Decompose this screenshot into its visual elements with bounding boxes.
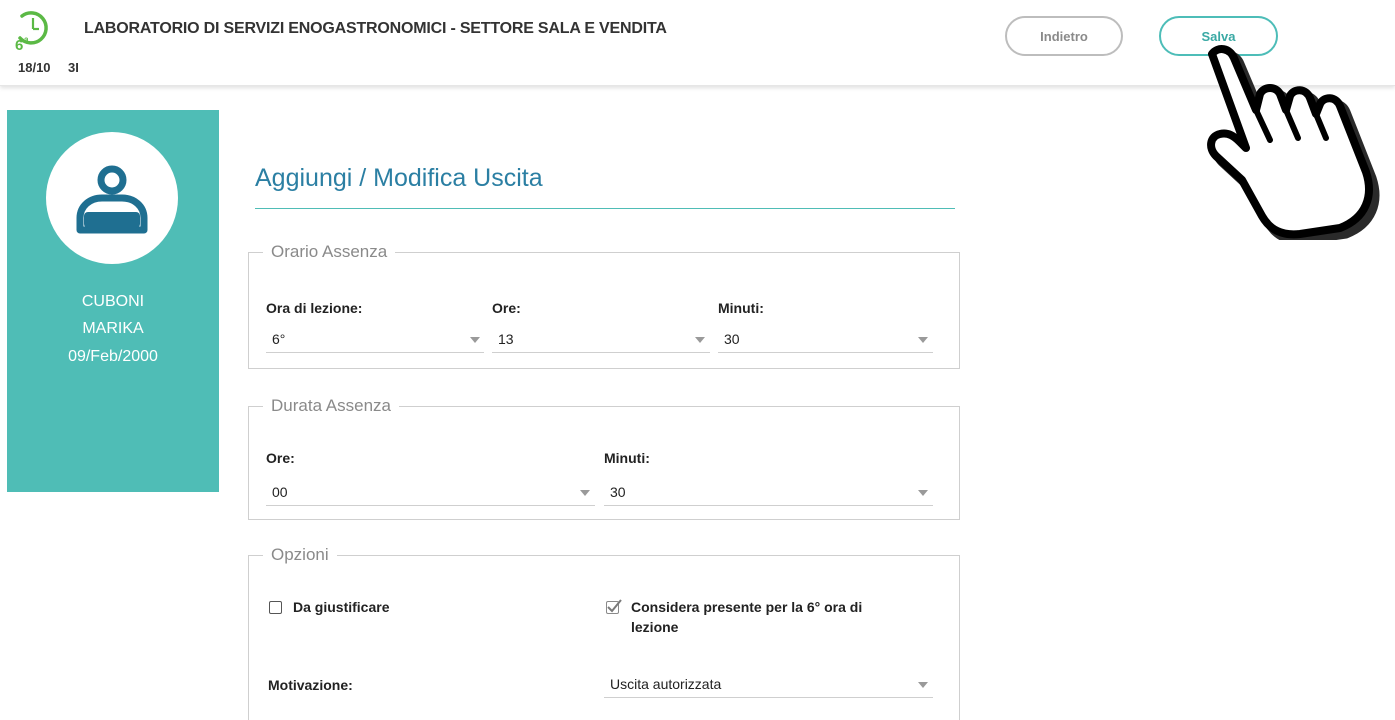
considera-presente-line2: lezione (631, 619, 679, 635)
durata-minuti-select[interactable]: 30 (604, 478, 933, 506)
orario-assenza-legend: Orario Assenza (271, 242, 388, 261)
considera-presente-label: Considera presente per la 6° ora di lezi… (631, 597, 862, 637)
considera-presente-checkbox[interactable] (606, 599, 622, 614)
da-giustificare-checkbox[interactable] (269, 601, 282, 614)
considera-presente-line1: Considera presente per la 6° ora di (631, 599, 863, 615)
class-label: 3I (68, 60, 79, 75)
logo-sup: a (24, 35, 29, 44)
durata-ore-value: 00 (272, 484, 288, 500)
ora-lezione-select[interactable]: 6° (266, 325, 484, 353)
subject-title: LABORATORIO DI SERVIZI ENOGASTRONOMICI -… (84, 20, 667, 37)
checkmark-icon (607, 599, 622, 613)
da-giustificare-label: Da giustificare (293, 599, 390, 615)
durata-minuti-label: Minuti: (604, 450, 650, 466)
durata-minuti-value: 30 (610, 484, 626, 500)
chevron-down-icon (918, 490, 928, 496)
ore-select[interactable]: 13 (492, 325, 710, 353)
minuti-label: Minuti: (718, 300, 764, 316)
ore-label: Ore: (492, 300, 521, 316)
minuti-select[interactable]: 30 (718, 325, 933, 353)
minuti-value: 30 (724, 331, 740, 347)
pointing-hand-icon (1207, 45, 1380, 240)
durata-ore-select[interactable]: 00 (266, 478, 595, 506)
motivazione-value: Uscita autorizzata (610, 676, 722, 692)
student-birth-date: 09/Feb/2000 (68, 348, 158, 365)
user-icon (76, 165, 148, 234)
opzioni-legend: Opzioni (271, 545, 329, 564)
durata-assenza-legend: Durata Assenza (271, 396, 392, 415)
ora-lezione-value: 6° (272, 331, 286, 347)
student-name: MARIKA (82, 320, 144, 337)
student-profile-panel: CUBONI MARIKA 09/Feb/2000 (7, 110, 219, 492)
top-header: 6 a LABORATORIO DI SERVIZI ENOGASTRONOMI… (0, 0, 1395, 86)
chevron-down-icon (470, 337, 480, 343)
lesson-date: 18/10 (18, 60, 51, 75)
clock-logo-icon: 6 a (15, 11, 48, 54)
ore-value: 13 (498, 331, 514, 347)
chevron-down-icon (695, 337, 705, 343)
back-button[interactable]: Indietro (1005, 16, 1123, 56)
motivazione-label: Motivazione: (268, 677, 353, 693)
title-divider (255, 208, 955, 209)
chevron-down-icon (580, 490, 590, 496)
logo-hour: 6 (15, 37, 23, 54)
page-title: Aggiungi / Modifica Uscita (255, 164, 543, 192)
motivazione-select[interactable]: Uscita autorizzata (604, 670, 933, 698)
chevron-down-icon (918, 337, 928, 343)
chevron-down-icon (918, 682, 928, 688)
ora-lezione-label: Ora di lezione: (266, 300, 363, 316)
student-surname: CUBONI (81, 293, 145, 310)
avatar (46, 132, 178, 264)
durata-ore-label: Ore: (266, 450, 295, 466)
